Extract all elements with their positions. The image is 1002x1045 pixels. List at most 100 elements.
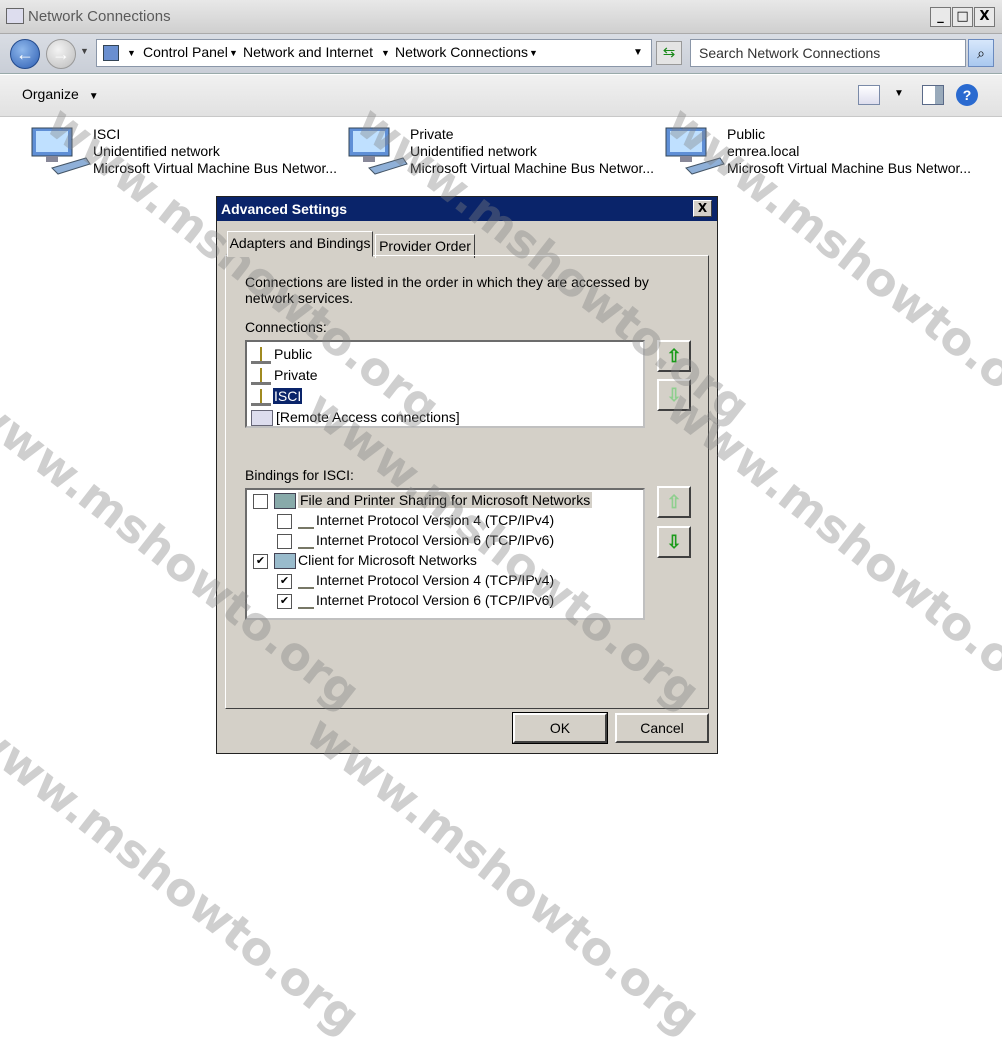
- search-input[interactable]: Search Network Connections: [690, 39, 966, 67]
- breadcrumb-network-connections[interactable]: Network Connections: [395, 44, 528, 60]
- search-icon: ⌕: [977, 45, 985, 61]
- connection-adapter: Microsoft Virtual Machine Bus Networ...: [727, 160, 972, 176]
- move-connection-down-button[interactable]: ⇩: [657, 379, 691, 411]
- crumb-separator-icon[interactable]: ▼: [529, 48, 538, 58]
- organize-menu[interactable]: Organize ▼: [22, 86, 99, 102]
- green-down-arrow-icon: ⇩: [666, 532, 682, 552]
- connection-item-isci[interactable]: ISCI Unidentified network Microsoft Virt…: [30, 126, 337, 186]
- bindings-tree[interactable]: File and Printer Sharing for Microsoft N…: [245, 488, 645, 620]
- network-connections-app-icon: [6, 8, 24, 24]
- connection-name: ISCI: [93, 126, 121, 142]
- views-dropdown-icon[interactable]: ▼: [894, 88, 904, 99]
- connection-status: emrea.local: [727, 143, 800, 159]
- refresh-button[interactable]: ⇆: [656, 41, 682, 65]
- tab-adapters-and-bindings[interactable]: Adapters and Bindings: [227, 231, 373, 257]
- connection-name: Private: [410, 126, 454, 142]
- binding-client-for-ms-networks[interactable]: ✔ Client for Microsoft Networks: [253, 550, 477, 570]
- list-item-isci[interactable]: ISCI: [251, 386, 304, 406]
- binding-client-ipv4[interactable]: ✔ Internet Protocol Version 4 (TCP/IPv4): [277, 570, 554, 590]
- connection-name: Public: [727, 126, 766, 142]
- connection-status: Unidentified network: [93, 143, 220, 159]
- address-history-dropdown-icon[interactable]: ▼: [633, 47, 643, 58]
- protocol-icon: [298, 513, 314, 530]
- move-binding-up-button[interactable]: ⇧: [657, 486, 691, 518]
- connection-item-private[interactable]: Private Unidentified network Microsoft V…: [347, 126, 654, 186]
- binding-checkbox[interactable]: [253, 493, 268, 509]
- move-connection-up-button[interactable]: ⇧: [657, 340, 691, 372]
- maximize-button[interactable]: □: [952, 7, 973, 27]
- network-adapter-icon: [348, 127, 408, 175]
- binding-checkbox-checked[interactable]: ✔: [253, 553, 268, 569]
- back-button[interactable]: ←: [10, 39, 40, 69]
- address-row: ← → ▼ ▼ Control Panel ▼ Network and Inte…: [0, 34, 1002, 74]
- connection-adapter: Microsoft Virtual Machine Bus Networ...: [93, 160, 338, 176]
- connection-adapter: Microsoft Virtual Machine Bus Networ...: [410, 160, 655, 176]
- command-toolbar: Organize ▼ ▼ ?: [0, 75, 1002, 117]
- network-connection-icon: [251, 346, 271, 364]
- views-icon[interactable]: [858, 85, 880, 105]
- file-printer-sharing-icon: [274, 493, 296, 510]
- binding-checkbox[interactable]: [277, 513, 292, 529]
- remote-access-icon: [251, 410, 273, 427]
- network-adapter-icon: [31, 127, 91, 175]
- intro-text-line2: network services.: [245, 290, 354, 306]
- connection-status: Unidentified network: [410, 143, 537, 159]
- breadcrumb-control-panel[interactable]: Control Panel: [143, 44, 228, 60]
- network-connection-icon: [251, 367, 271, 385]
- binding-client-ipv6[interactable]: ✔ Internet Protocol Version 6 (TCP/IPv6): [277, 590, 554, 610]
- crumb-separator-icon[interactable]: ▼: [381, 48, 390, 58]
- control-panel-icon: [103, 45, 119, 61]
- address-bar[interactable]: ▼ Control Panel ▼ Network and Internet ▼…: [96, 39, 652, 67]
- client-networks-icon: [274, 553, 296, 570]
- network-adapter-icon: [665, 127, 725, 175]
- window-titlebar: Network Connections _ □ X: [0, 0, 1002, 34]
- ok-button[interactable]: OK: [512, 712, 608, 744]
- watermark-text: www.mshowto.org: [0, 705, 371, 1045]
- dialog-close-button[interactable]: X: [693, 200, 712, 217]
- binding-ipv4[interactable]: Internet Protocol Version 4 (TCP/IPv4): [277, 510, 554, 530]
- search-placeholder: Search Network Connections: [699, 45, 881, 61]
- crumb-separator-icon[interactable]: ▼: [229, 48, 238, 58]
- list-item-remote-access[interactable]: [Remote Access connections]: [251, 407, 461, 427]
- binding-file-printer-sharing[interactable]: File and Printer Sharing for Microsoft N…: [253, 490, 593, 510]
- protocol-icon: [298, 573, 314, 590]
- forward-arrow-icon: →: [52, 44, 70, 64]
- bindings-label: Bindings for ISCI:: [245, 467, 354, 483]
- back-arrow-icon: ←: [16, 44, 34, 64]
- binding-checkbox[interactable]: [277, 533, 292, 549]
- window-title: Network Connections: [28, 8, 171, 25]
- move-binding-down-button[interactable]: ⇩: [657, 526, 691, 558]
- forward-button[interactable]: →: [46, 39, 76, 69]
- green-up-arrow-icon: ⇧: [666, 492, 682, 512]
- crumb-separator-icon[interactable]: ▼: [127, 48, 136, 58]
- organize-label: Organize: [22, 86, 79, 102]
- cancel-button[interactable]: Cancel: [615, 713, 709, 743]
- dialog-titlebar: Advanced Settings X: [217, 197, 717, 221]
- connections-listbox[interactable]: Public Private ISCI [Remote Access conne…: [245, 340, 645, 428]
- close-window-button[interactable]: X: [974, 7, 995, 27]
- dialog-title: Advanced Settings: [221, 201, 348, 217]
- binding-ipv6[interactable]: Internet Protocol Version 6 (TCP/IPv6): [277, 530, 554, 550]
- binding-checkbox-checked[interactable]: ✔: [277, 593, 292, 609]
- breadcrumb-network-and-internet[interactable]: Network and Internet: [243, 44, 373, 60]
- connections-label: Connections:: [245, 319, 327, 335]
- refresh-icon: ⇆: [662, 44, 676, 61]
- binding-checkbox-checked[interactable]: ✔: [277, 573, 292, 589]
- list-item-private[interactable]: Private: [251, 365, 319, 385]
- green-up-arrow-icon: ⇧: [666, 346, 682, 366]
- intro-text-line1: Connections are listed in the order in w…: [245, 274, 649, 290]
- protocol-icon: [298, 593, 314, 610]
- advanced-settings-dialog: Advanced Settings X Adapters and Binding…: [216, 196, 718, 754]
- search-button[interactable]: ⌕: [968, 39, 994, 67]
- green-down-arrow-icon: ⇩: [666, 385, 682, 405]
- minimize-button[interactable]: _: [930, 7, 951, 27]
- organize-dropdown-icon: ▼: [88, 91, 99, 102]
- help-icon[interactable]: ?: [956, 84, 978, 106]
- list-item-public[interactable]: Public: [251, 344, 313, 364]
- connection-item-public[interactable]: Public emrea.local Microsoft Virtual Mac…: [664, 126, 971, 186]
- recent-pages-dropdown-icon[interactable]: ▼: [80, 46, 89, 56]
- watermark-text: www.mshowto.org: [296, 705, 711, 1045]
- network-connection-icon: [251, 388, 271, 406]
- protocol-icon: [298, 533, 314, 550]
- preview-pane-icon[interactable]: [922, 85, 944, 105]
